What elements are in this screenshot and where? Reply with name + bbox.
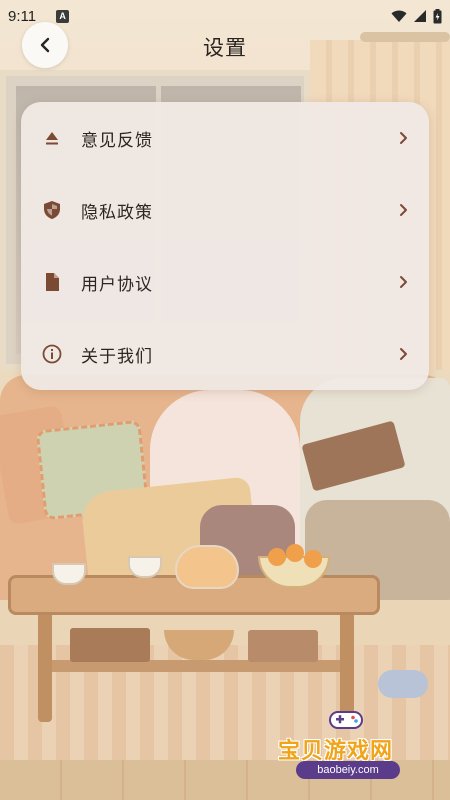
shield-icon — [42, 200, 62, 220]
settings-item-about-us[interactable]: 关于我们 — [21, 318, 429, 390]
settings-item-user-agreement[interactable]: 用户协议 — [21, 246, 429, 318]
page-title: 设置 — [203, 36, 247, 60]
chevron-right-icon — [397, 203, 409, 217]
chevron-right-icon — [397, 275, 409, 289]
eject-icon — [42, 128, 62, 148]
settings-item-label: 隐私政策 — [81, 202, 153, 223]
game-controller-icon — [329, 711, 363, 729]
chevron-right-icon — [397, 131, 409, 145]
watermark-logo: 宝贝游戏网 baobeiy.com — [278, 705, 428, 785]
settings-item-label: 用户协议 — [81, 274, 153, 295]
settings-item-feedback[interactable]: 意见反馈 — [21, 102, 429, 174]
document-icon — [42, 272, 62, 292]
settings-item-privacy[interactable]: 隐私政策 — [21, 174, 429, 246]
cellular-signal-icon — [414, 10, 426, 22]
chevron-right-icon — [397, 347, 409, 361]
settings-item-label: 关于我们 — [81, 346, 153, 367]
settings-item-label: 意见反馈 — [81, 130, 153, 151]
wifi-icon — [391, 10, 407, 22]
header: 设置 — [0, 22, 450, 70]
watermark-url: baobeiy.com — [296, 761, 400, 779]
notification-a-icon: A — [56, 9, 70, 23]
settings-card: 意见反馈 隐私政策 用户协议 关于我们 — [21, 102, 429, 390]
info-icon — [42, 344, 62, 364]
